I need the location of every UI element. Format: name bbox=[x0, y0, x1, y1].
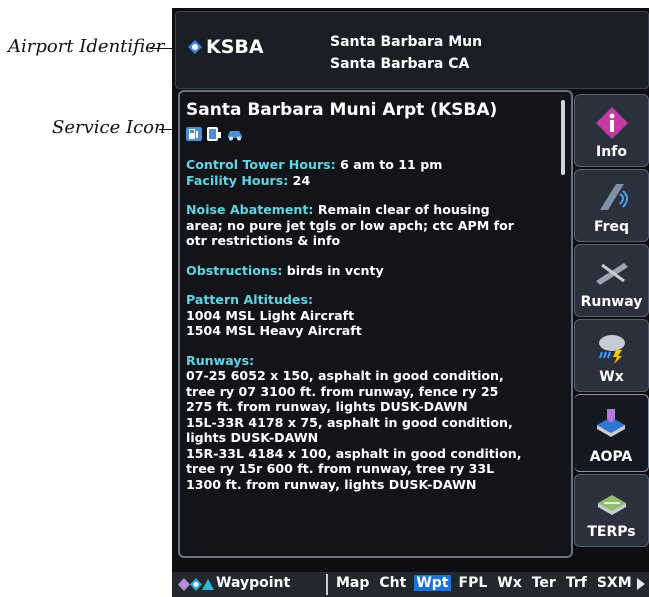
airport-symbol-icon bbox=[188, 40, 202, 54]
menu-right-arrow-icon[interactable] bbox=[637, 578, 645, 590]
frequency-icon bbox=[599, 184, 628, 210]
tab-info[interactable]: Info bbox=[574, 94, 649, 167]
runway-line: 1300 ft. from runway, lights DUSK-DAWN bbox=[186, 476, 477, 492]
tab-aopa-label: AOPA bbox=[589, 449, 633, 465]
pattern-altitudes-label: Pattern Altitudes: bbox=[186, 292, 314, 307]
car-rental-icon bbox=[228, 131, 242, 141]
runway-line: 275 ft. from runway, lights DUSK-DAWN bbox=[186, 399, 468, 414]
noise-abatement-label: Noise Abatement: bbox=[186, 202, 314, 217]
tower-hours-label: Control Tower Hours: bbox=[186, 157, 336, 172]
tab-freq[interactable]: Freq bbox=[574, 169, 649, 242]
service-icon-callout: Service Icon bbox=[52, 117, 166, 138]
tab-runway-label: Runway bbox=[580, 294, 643, 310]
facility-hours: Facility Hours: 24 bbox=[186, 173, 556, 189]
service-icons bbox=[186, 125, 556, 143]
noise-abatement-line1: Remain clear of housing bbox=[313, 202, 490, 217]
facility-hours-value: 24 bbox=[288, 172, 311, 188]
noise-abatement-line3: otr restrictions & info bbox=[186, 233, 341, 248]
info-icon bbox=[595, 107, 628, 139]
tower-hours-value: 6 am to 11 pm bbox=[335, 157, 443, 172]
terps-icon bbox=[597, 495, 626, 515]
airport-title: Santa Barbara Muni Arpt (KSBA) bbox=[186, 100, 498, 120]
tab-info-label: Info bbox=[596, 144, 627, 160]
noise-abatement: Noise Abatement: Remain clear of housing bbox=[186, 202, 556, 218]
airport-identifier-callout: Airport Identifier bbox=[8, 36, 165, 57]
tab-freq-label: Freq bbox=[593, 219, 630, 235]
runway-icon bbox=[595, 263, 628, 285]
pattern-altitude-line: 1004 MSL Light Aircraft bbox=[186, 307, 355, 323]
noise-abatement-line2: area; no pure jet tgls or low apch; ctc … bbox=[186, 217, 514, 233]
runway-line: tree ry 07 3100 ft. from runway, fence r… bbox=[186, 383, 499, 399]
softkey-separator bbox=[326, 574, 328, 595]
tab-terps-label: TERPs bbox=[587, 524, 636, 540]
airport-name: Santa Barbara Mun Santa Barbara CA bbox=[330, 31, 482, 75]
parking-icon bbox=[207, 127, 221, 141]
facility-hours-label: Facility Hours: bbox=[186, 172, 289, 188]
obstructions-label: Obstructions: bbox=[186, 262, 283, 278]
tab-runway[interactable]: Runway bbox=[574, 244, 649, 317]
runway-line: 15L-33R 4178 x 75, asphalt in good condi… bbox=[186, 414, 513, 430]
tab-wx[interactable]: Wx bbox=[574, 319, 649, 392]
scrollbar[interactable] bbox=[561, 100, 565, 175]
tower-hours: Control Tower Hours: 6 am to 11 pm bbox=[186, 157, 556, 173]
pattern-altitude-line: 1504 MSL Heavy Aircraft bbox=[186, 323, 362, 338]
fuel-pump-icon bbox=[186, 127, 202, 141]
obstructions-value: birds in vcnty bbox=[282, 262, 384, 278]
softkey-bar: Waypoint Map Cht Wpt FPL Wx Ter Trf SXM bbox=[172, 572, 649, 597]
airport-identifier: KSBA bbox=[206, 36, 264, 58]
airport-name-line2: Santa Barbara CA bbox=[330, 56, 470, 72]
airport-name-line1: Santa Barbara Mun bbox=[330, 34, 483, 50]
tab-wx-label: Wx bbox=[599, 369, 624, 385]
waypoint-page-icon bbox=[178, 578, 214, 591]
tab-terps[interactable]: TERPs bbox=[574, 474, 649, 547]
device-screen: KSBA Santa Barbara Mun Santa Barbara CA … bbox=[172, 8, 649, 597]
runway-line: 15R-33L 4184 x 100, asphalt in good cond… bbox=[186, 445, 522, 461]
runway-line: 07-25 6052 x 150, asphalt in good condit… bbox=[186, 368, 504, 383]
runway-line: tree ry 15r 600 ft. from runway, tree ry… bbox=[186, 461, 495, 476]
obstructions: Obstructions: birds in vcnty bbox=[186, 263, 556, 279]
aopa-icon bbox=[597, 409, 625, 437]
runway-line: lights DUSK-DAWN bbox=[186, 430, 319, 445]
aopa-info-panel[interactable]: Santa Barbara Muni Arpt (KSBA) Control T… bbox=[178, 90, 573, 558]
runways-label: Runways: bbox=[186, 352, 255, 368]
weather-icon bbox=[598, 335, 625, 364]
tab-aopa[interactable]: AOPA bbox=[574, 394, 649, 472]
airport-identifier-bar[interactable]: KSBA Santa Barbara Mun Santa Barbara CA bbox=[175, 11, 649, 89]
